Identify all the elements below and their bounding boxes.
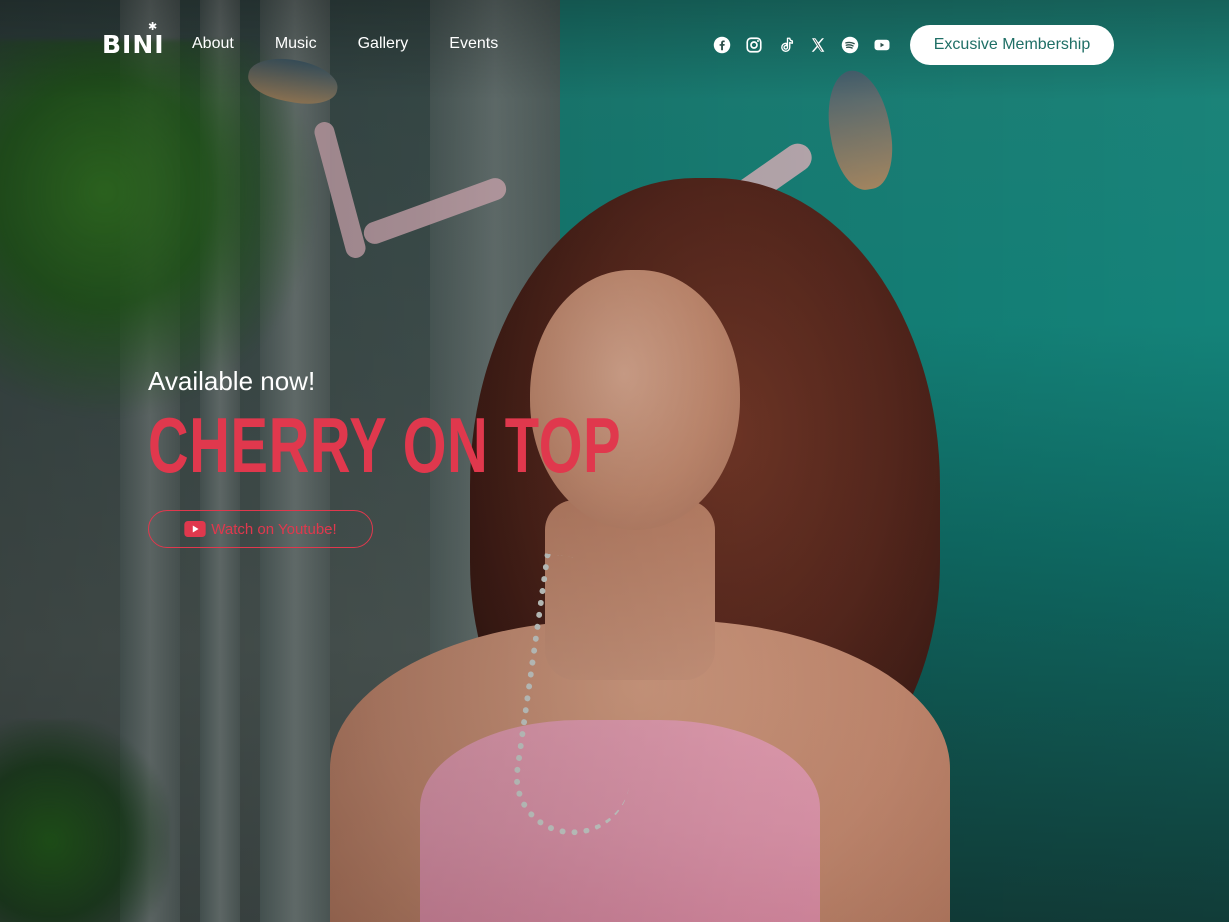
nav-link-events[interactable]: Events bbox=[449, 35, 498, 53]
bini-logo[interactable]: BINI bbox=[102, 30, 165, 59]
membership-button[interactable]: Excusive Membership bbox=[910, 25, 1114, 65]
hero-title: CHERRY ON TOP bbox=[148, 401, 622, 489]
x-twitter-icon[interactable] bbox=[809, 36, 827, 54]
youtube-icon[interactable] bbox=[873, 36, 891, 54]
logo-star-icon: ✱ bbox=[148, 21, 158, 33]
tiktok-icon[interactable] bbox=[777, 36, 795, 54]
facebook-icon[interactable] bbox=[713, 36, 731, 54]
watch-button-label: Watch on Youtube! bbox=[211, 520, 337, 538]
youtube-icon bbox=[184, 521, 206, 537]
page: BINI ✱ About Music Gallery Events Excusi… bbox=[0, 0, 1229, 922]
hero-kicker: Available now! bbox=[148, 366, 316, 396]
spotify-icon[interactable] bbox=[841, 36, 859, 54]
social-links bbox=[713, 36, 905, 54]
watch-on-youtube-button[interactable]: Watch on Youtube! bbox=[148, 510, 373, 548]
navbar: BINI ✱ About Music Gallery Events Excusi… bbox=[0, 0, 1229, 90]
nav-link-gallery[interactable]: Gallery bbox=[358, 35, 409, 53]
hero-section: Available now! CHERRY ON TOP Watch on Yo… bbox=[148, 366, 805, 548]
main-nav: About Music Gallery Events bbox=[192, 35, 539, 53]
nav-link-music[interactable]: Music bbox=[275, 35, 317, 53]
nav-link-about[interactable]: About bbox=[192, 35, 234, 53]
instagram-icon[interactable] bbox=[745, 36, 763, 54]
